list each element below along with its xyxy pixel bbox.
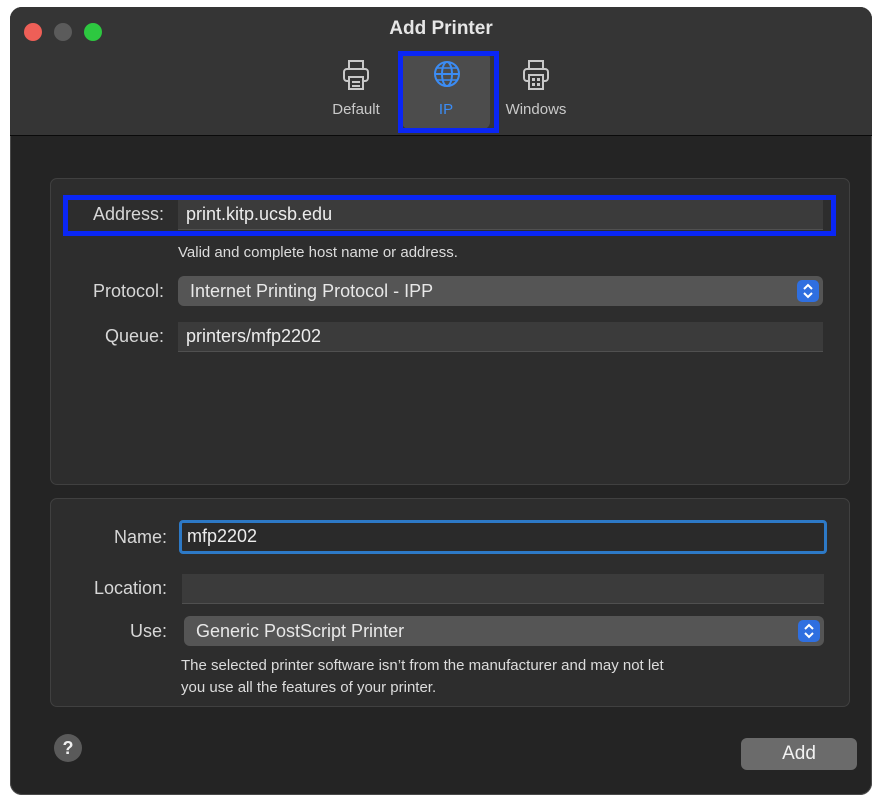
add-button[interactable]: Add [741, 738, 857, 770]
use-label: Use: [129, 621, 167, 641]
protocol-value: Internet Printing Protocol - IPP [190, 281, 434, 301]
location-field[interactable] [182, 574, 824, 604]
address-field[interactable]: print.kitp.ucsb.edu [178, 200, 823, 230]
chevron-up-down-icon [798, 620, 820, 642]
tab-ip[interactable]: IP [402, 51, 490, 129]
tab-default[interactable]: Default [312, 51, 400, 129]
use-popup[interactable]: Generic PostScript Printer [184, 616, 824, 646]
chevron-up-down-icon [797, 280, 819, 302]
use-note-line1: The selected printer software isn’t from… [181, 657, 664, 674]
printer-icon [343, 60, 369, 90]
add-printer-window: Add Printer Default IP Windows Address: … [10, 7, 872, 795]
queue-label: Queue: [104, 326, 164, 346]
protocol-popup[interactable]: Internet Printing Protocol - IPP [178, 276, 823, 306]
window-title: Add Printer [389, 18, 493, 39]
queue-field[interactable]: printers/mfp2202 [178, 322, 823, 352]
address-hint: Valid and complete host name or address. [178, 244, 458, 261]
tab-windows-label: Windows [505, 101, 567, 118]
tab-windows[interactable]: Windows [492, 51, 580, 129]
use-value: Generic PostScript Printer [196, 621, 405, 641]
name-label: Name: [113, 527, 167, 547]
globe-icon [434, 61, 460, 87]
help-button[interactable]: ? [54, 734, 82, 762]
tab-default-label: Default [332, 101, 380, 118]
toolbar: Add Printer Default IP Windows [10, 7, 872, 136]
windows-printer-icon [523, 60, 549, 90]
connection-panel: Address: print.kitp.ucsb.edu Valid and c… [50, 178, 850, 485]
location-label: Location: [93, 578, 167, 598]
address-label: Address: [92, 204, 164, 224]
printer-panel: Name: mfp2202 Location: Use: Generic Pos… [50, 498, 850, 707]
name-field[interactable]: mfp2202 [179, 520, 827, 554]
use-note-line2: you use all the features of your printer… [181, 679, 437, 696]
tab-ip-label: IP [438, 101, 454, 118]
protocol-label: Protocol: [92, 281, 164, 301]
